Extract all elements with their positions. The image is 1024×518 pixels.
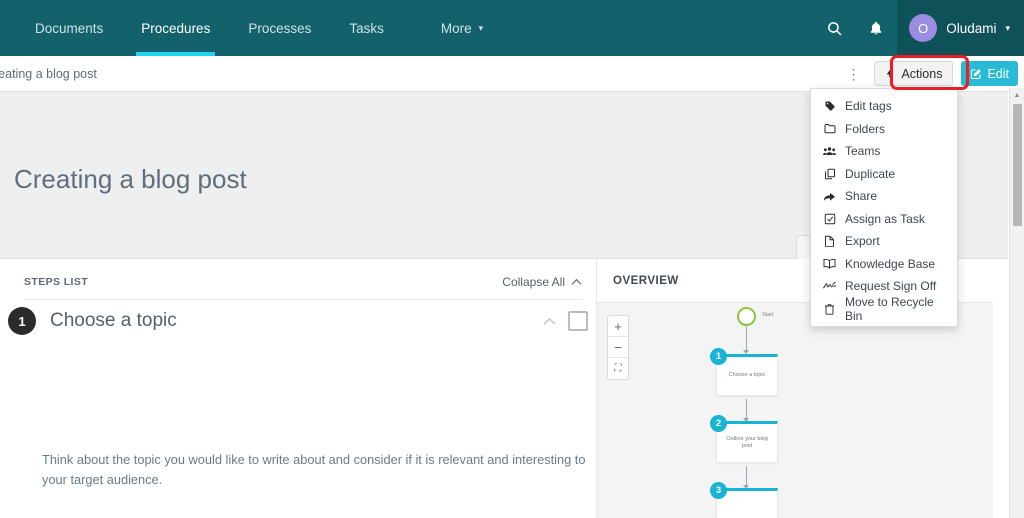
breadcrumb[interactable]: reating a blog post	[0, 67, 97, 81]
menu-item-label: Share	[845, 189, 878, 204]
menu-item-label: Request Sign Off	[845, 279, 937, 294]
checkbox-icon	[823, 213, 836, 225]
nav-item-list: Documents Procedures Processes Tasks Mor…	[0, 0, 502, 56]
copy-icon	[823, 168, 836, 180]
edit-button[interactable]: Edit	[961, 61, 1018, 86]
menu-item-label: Duplicate	[845, 166, 896, 181]
actions-button-label: Actions	[901, 66, 943, 81]
menu-item-label: Move to Recycle Bin	[845, 294, 934, 323]
signature-icon	[823, 281, 836, 291]
menu-item-label: Knowledge Base	[845, 256, 936, 271]
nav-item-label: Procedures	[141, 20, 211, 36]
nav-item-more[interactable]: More ▾	[403, 0, 502, 56]
nav-item-processes[interactable]: Processes	[229, 0, 330, 56]
menu-item-assign-as-task[interactable]: Assign as Task	[811, 208, 957, 231]
collapse-all-button[interactable]: Collapse All	[502, 275, 582, 289]
menu-item-folders[interactable]: Folders	[811, 118, 957, 141]
scroll-up-arrow-icon[interactable]: ▲	[1010, 88, 1024, 102]
nav-item-label: Tasks	[349, 20, 384, 36]
menu-item-export[interactable]: Export	[811, 230, 957, 253]
overview-label: OVERVIEW	[613, 274, 679, 287]
menu-item-duplicate[interactable]: Duplicate	[811, 163, 957, 186]
actions-dropdown-menu: Edit tags Folders Teams Duplicate Share …	[810, 88, 958, 327]
avatar: O	[909, 14, 938, 42]
flowchart: Start 1 Choose a topic 2 Outline your bl…	[597, 303, 993, 518]
step-title[interactable]: Choose a topic	[50, 310, 177, 332]
menu-item-share[interactable]: Share	[811, 185, 957, 208]
overview-canvas[interactable]: + − ⛶ Start 1 Choose a topic 2 Outline y…	[597, 303, 993, 518]
flow-connector	[746, 326, 747, 353]
menu-item-label: Teams	[845, 144, 881, 159]
nav-item-tasks[interactable]: Tasks	[330, 0, 403, 56]
bell-icon[interactable]	[855, 0, 897, 56]
step-number-badge: 1	[8, 307, 36, 335]
step-paragraph: Think about the topic you would like to …	[42, 452, 586, 487]
step-collapse-icon[interactable]	[543, 317, 556, 326]
pencil-square-icon	[970, 68, 982, 80]
chevron-down-icon: ▾	[1005, 22, 1010, 33]
people-group-icon	[823, 146, 836, 157]
sub-toolbar-actions: ⋮ Actions Edit	[840, 61, 1024, 86]
menu-item-teams[interactable]: Teams	[811, 140, 957, 163]
trash-icon	[823, 303, 836, 315]
flow-node-badge: 1	[710, 348, 727, 365]
step-controls	[543, 311, 588, 331]
tag-icon	[823, 100, 836, 112]
user-menu[interactable]: O Oludami ▾	[897, 0, 1024, 56]
nav-right-group: O Oludami ▾	[813, 0, 1024, 56]
folder-icon	[823, 123, 836, 134]
user-name-label: Oludami	[946, 20, 997, 36]
nav-item-label: Processes	[248, 20, 312, 36]
lightning-bolt-icon	[885, 67, 895, 80]
nav-item-procedures[interactable]: Procedures	[122, 0, 229, 56]
sub-toolbar: reating a blog post ⋮ Actions Edit	[0, 56, 1024, 92]
vertical-scrollbar[interactable]: ▲	[1009, 88, 1024, 518]
actions-button[interactable]: Actions	[874, 61, 954, 86]
menu-item-label: Folders	[845, 121, 886, 136]
steps-list-header: STEPS LIST Collapse All	[24, 275, 582, 300]
share-arrow-icon	[823, 191, 836, 202]
nav-item-label: Documents	[35, 20, 104, 36]
page-title: Creating a blog post	[14, 164, 247, 194]
steps-list-label: STEPS LIST	[24, 276, 89, 288]
step-checkbox[interactable]	[568, 311, 588, 331]
flow-node-badge: 3	[710, 482, 727, 499]
menu-item-label: Edit tags	[845, 99, 892, 114]
menu-item-edit-tags[interactable]: Edit tags	[811, 95, 957, 118]
flow-node-badge: 2	[710, 415, 727, 432]
collapse-all-label: Collapse All	[502, 275, 565, 289]
app-root: Documents Procedures Processes Tasks Mor…	[0, 0, 1024, 518]
menu-item-label: Export	[845, 234, 880, 249]
flow-start-label: Start	[762, 312, 774, 318]
menu-item-move-to-recycle-bin[interactable]: Move to Recycle Bin	[811, 294, 957, 323]
scrollbar-thumb[interactable]	[1013, 104, 1022, 226]
edit-button-label: Edit	[987, 66, 1009, 81]
step-row: 1 Choose a topic	[8, 307, 588, 335]
menu-item-label: Assign as Task	[845, 211, 925, 226]
nav-item-label: More	[440, 20, 472, 36]
top-navigation-bar: Documents Procedures Processes Tasks Mor…	[0, 0, 1024, 56]
chevron-up-icon	[571, 278, 582, 286]
menu-item-knowledge-base[interactable]: Knowledge Base	[811, 253, 957, 276]
chevron-down-icon: ▾	[478, 22, 484, 33]
kebab-menu-icon[interactable]: ⋮	[840, 67, 866, 81]
flow-start-node[interactable]	[737, 307, 756, 326]
nav-item-documents[interactable]: Documents	[16, 0, 122, 56]
search-icon[interactable]	[813, 0, 855, 56]
file-export-icon	[823, 235, 836, 248]
open-book-icon	[823, 258, 836, 270]
